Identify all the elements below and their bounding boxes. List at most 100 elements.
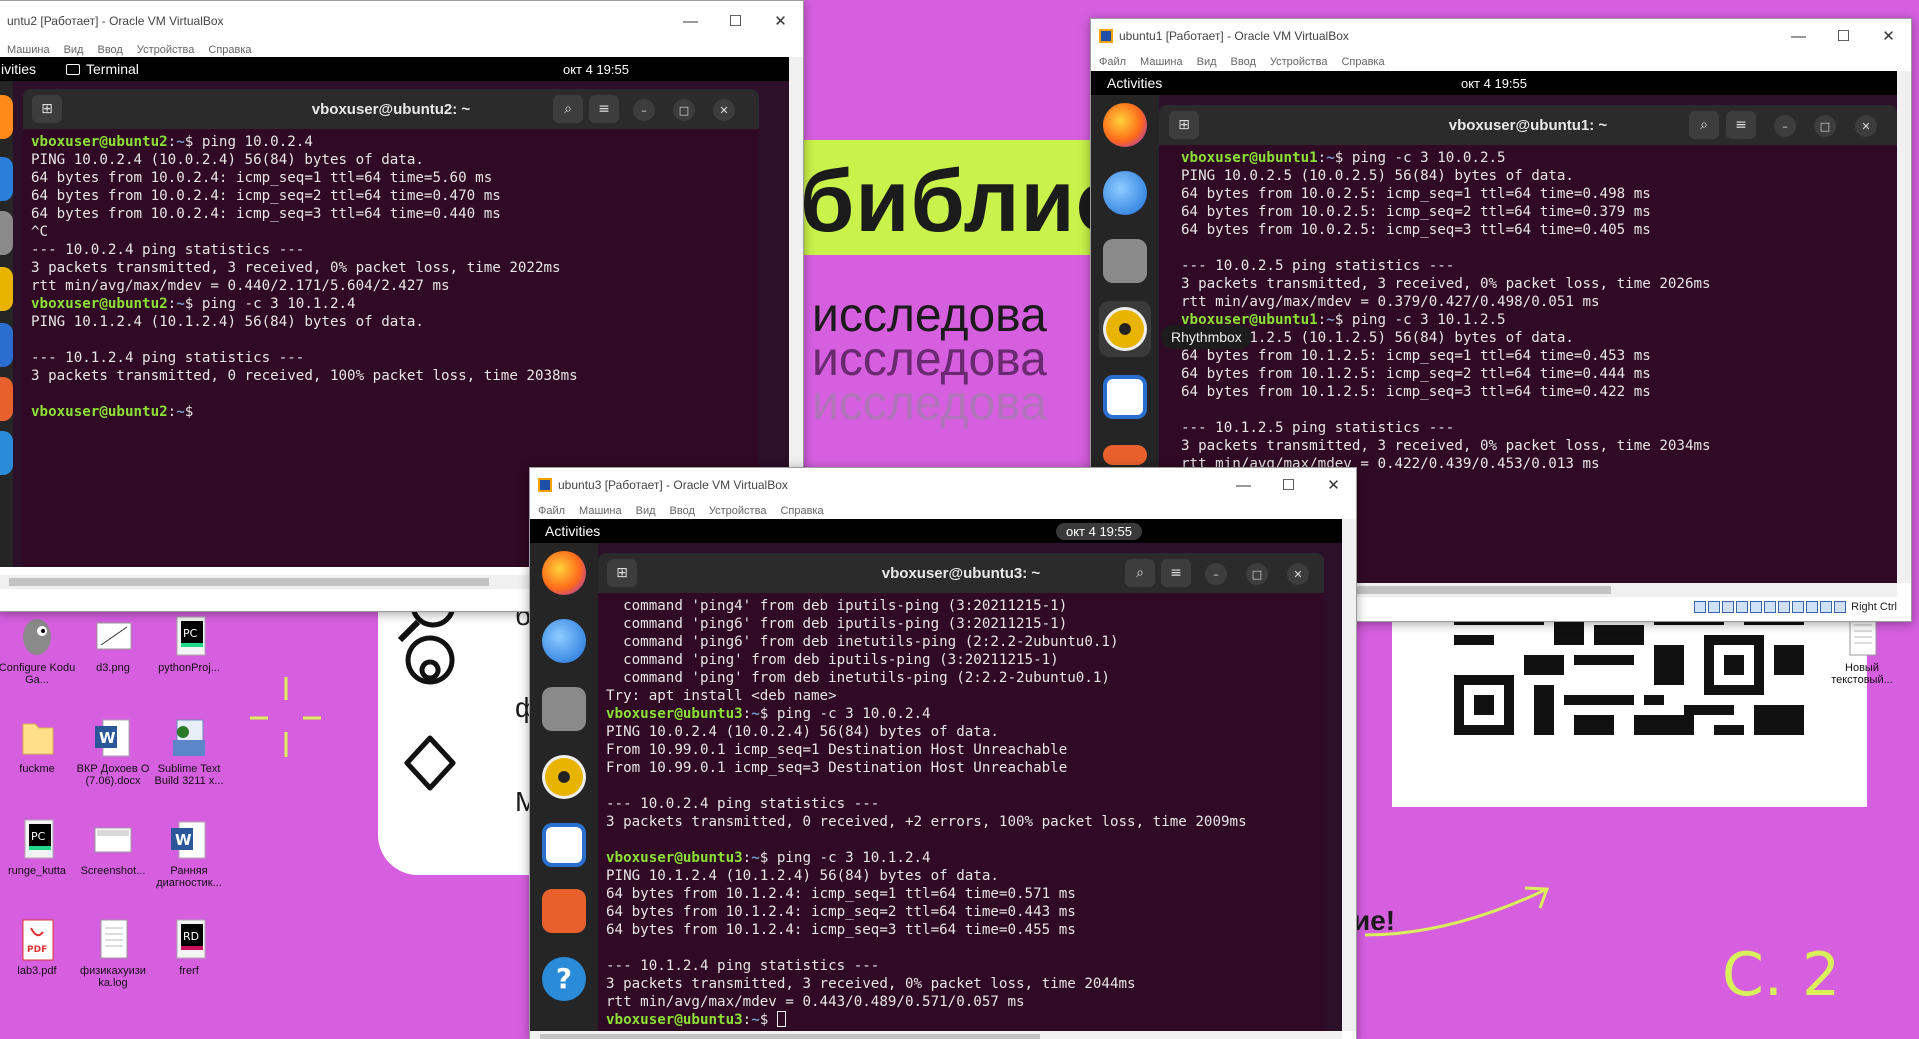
desktop-icon[interactable]: Новый текстовый... — [1822, 615, 1902, 686]
vm-titlebar[interactable]: ubuntu1 [Работает] - Oracle VM VirtualBo… — [1091, 19, 1911, 53]
close-icon[interactable]: ✕ — [1287, 563, 1309, 585]
maximize-icon[interactable]: ☐ — [1821, 27, 1866, 45]
vm-titlebar[interactable]: ubuntu3 [Работает] - Oracle VM VirtualBo… — [530, 468, 1356, 502]
minimize-icon[interactable]: – — [633, 99, 655, 121]
shared-folders-icon[interactable] — [1764, 601, 1777, 614]
minimize-icon[interactable]: – — [1205, 563, 1227, 585]
menu-input[interactable]: Ввод — [670, 505, 695, 517]
thunderbird-icon[interactable] — [1103, 171, 1147, 215]
writer-icon[interactable] — [542, 823, 586, 867]
minimize-icon[interactable]: – — [1774, 115, 1796, 137]
menu-devices[interactable]: Устройства — [709, 505, 767, 517]
terminal-header[interactable]: ⊞ vboxuser@ubuntu1: ~ ⌕ ≡ – □ ✕ — [1159, 105, 1897, 145]
vertical-scrollbar[interactable] — [1342, 519, 1356, 1031]
horizontal-scrollbar[interactable] — [530, 1031, 1342, 1039]
cpu-icon[interactable] — [1806, 601, 1819, 614]
thunderbird-icon[interactable] — [542, 619, 586, 663]
menu-file[interactable]: Файл — [1099, 56, 1126, 68]
maximize-icon[interactable]: □ — [673, 99, 695, 121]
app-menu[interactable]: Terminal — [66, 61, 139, 77]
menu-input[interactable]: Ввод — [97, 44, 122, 56]
recording-icon[interactable] — [1792, 601, 1805, 614]
help-icon[interactable]: ? — [542, 957, 586, 1001]
menu-help[interactable]: Справка — [208, 44, 251, 56]
desktop-icon[interactable]: физикахуизи ka.log — [73, 918, 153, 989]
network-icon[interactable] — [1736, 601, 1749, 614]
usb-icon[interactable] — [1750, 601, 1763, 614]
terminal-window[interactable]: ⊞ vboxuser@ubuntu3: ~ ⌕ ≡ – □ ✕ command … — [598, 553, 1324, 1031]
hamburger-menu-icon[interactable]: ≡ — [1161, 559, 1191, 587]
close-icon[interactable]: ✕ — [713, 99, 735, 121]
desktop-icon[interactable]: PC runge_kutta — [0, 818, 77, 877]
menu-view[interactable]: Вид — [1197, 56, 1217, 68]
terminal-header[interactable]: ⊞ vboxuser@ubuntu2: ~ ⌕ ≡ – □ ✕ — [23, 89, 759, 129]
writer-icon[interactable] — [1103, 375, 1147, 419]
writer-icon[interactable] — [0, 323, 13, 367]
menu-machine[interactable]: Машина — [579, 505, 622, 517]
hamburger-menu-icon[interactable]: ≡ — [1726, 111, 1756, 139]
search-icon[interactable]: ⌕ — [553, 95, 583, 123]
clock[interactable]: окт 4 19:55 — [563, 62, 629, 77]
minimize-icon[interactable]: — — [1221, 477, 1266, 494]
close-icon[interactable]: ✕ — [758, 12, 803, 30]
menu-view[interactable]: Вид — [636, 505, 656, 517]
desktop-icon[interactable]: fuckme — [0, 716, 77, 775]
maximize-icon[interactable]: ☐ — [1266, 476, 1311, 494]
new-tab-icon[interactable]: ⊞ — [607, 559, 637, 587]
close-icon[interactable]: ✕ — [1866, 27, 1911, 45]
menu-devices[interactable]: Устройства — [137, 44, 195, 56]
rhythmbox-icon[interactable] — [542, 755, 586, 799]
files-icon[interactable] — [1103, 239, 1147, 283]
terminal-output[interactable]: vboxuser@ubuntu2:~$ ping 10.0.2.4 PING 10… — [23, 129, 759, 421]
vm-window-ubuntu3[interactable]: ubuntu3 [Работает] - Oracle VM VirtualBo… — [529, 467, 1357, 1039]
vm-screen[interactable]: Activities окт 4 19:55 ? ⊞ vboxuser@ubun… — [530, 519, 1342, 1031]
keyboard-icon[interactable] — [1834, 601, 1847, 614]
clock[interactable]: окт 4 19:55 — [1055, 522, 1142, 540]
files-icon[interactable] — [0, 211, 13, 255]
vm-titlebar[interactable]: untu2 [Работает] - Oracle VM VirtualBox … — [0, 1, 803, 41]
software-icon[interactable] — [0, 377, 13, 421]
desktop-icon[interactable]: PDF lab3.pdf — [0, 918, 77, 977]
minimize-icon[interactable]: — — [1776, 28, 1821, 45]
terminal-output[interactable]: vboxuser@ubuntu1:~$ ping -c 3 10.0.2.5 PI… — [1159, 145, 1897, 473]
desktop-icon[interactable]: W ВКР Дохоев О (7.06).docx — [73, 716, 153, 787]
firefox-icon[interactable] — [0, 95, 13, 139]
vertical-scrollbar[interactable] — [1897, 71, 1911, 583]
close-icon[interactable]: ✕ — [1311, 476, 1356, 494]
terminal-header[interactable]: ⊞ vboxuser@ubuntu3: ~ ⌕ ≡ – □ ✕ — [598, 553, 1324, 593]
desktop-icon[interactable]: Configure Kodu Ga... — [0, 615, 77, 686]
search-icon[interactable]: ⌕ — [1689, 111, 1719, 139]
desktop-icon[interactable]: W Ранняя диагностик... — [149, 818, 229, 889]
maximize-icon[interactable]: □ — [1246, 563, 1268, 585]
menu-machine[interactable]: Машина — [7, 44, 50, 56]
search-icon[interactable]: ⌕ — [1125, 559, 1155, 587]
mouse-integration-icon[interactable] — [1820, 601, 1833, 614]
desktop-icon[interactable]: Screenshot... — [73, 818, 153, 877]
menu-input[interactable]: Ввод — [1231, 56, 1256, 68]
desktop-icon[interactable]: RD frerf — [149, 918, 229, 977]
rhythmbox-icon[interactable] — [1103, 307, 1147, 351]
files-icon[interactable] — [542, 687, 586, 731]
help-icon[interactable] — [0, 431, 13, 475]
menu-file[interactable]: Файл — [538, 505, 565, 517]
activities-button[interactable]: Activities — [1091, 75, 1162, 91]
activities-button[interactable]: Activities — [530, 523, 600, 539]
optical-drive-icon[interactable] — [1708, 601, 1721, 614]
new-tab-icon[interactable]: ⊞ — [32, 95, 62, 123]
terminal-output[interactable]: command 'ping4' from deb iputils-ping (3… — [598, 593, 1324, 1029]
menu-help[interactable]: Справка — [780, 505, 823, 517]
menu-devices[interactable]: Устройства — [1270, 56, 1328, 68]
hamburger-menu-icon[interactable]: ≡ — [589, 95, 619, 123]
desktop-icon[interactable]: d3.png — [73, 615, 153, 674]
display-icon[interactable] — [1778, 601, 1791, 614]
clock[interactable]: окт 4 19:55 — [1461, 76, 1527, 91]
hdd-icon[interactable] — [1694, 601, 1707, 614]
menu-view[interactable]: Вид — [64, 44, 84, 56]
firefox-icon[interactable] — [542, 551, 586, 595]
software-icon[interactable] — [542, 889, 586, 933]
menu-machine[interactable]: Машина — [1140, 56, 1183, 68]
new-tab-icon[interactable]: ⊞ — [1169, 111, 1199, 139]
menu-help[interactable]: Справка — [1341, 56, 1384, 68]
desktop-icon[interactable]: Sublime Text Build 3211 x... — [149, 716, 229, 787]
maximize-icon[interactable]: □ — [1814, 115, 1836, 137]
